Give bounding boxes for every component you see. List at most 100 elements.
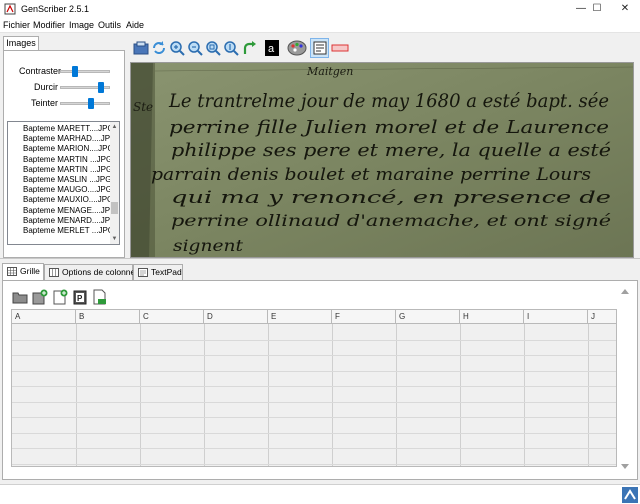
- bottom-tab-strip: Grille Options de colonne TextPad: [0, 263, 640, 280]
- grid-panel: P ABCDEFGHIJ: [2, 280, 638, 480]
- zoom-out-icon[interactable]: [186, 38, 204, 58]
- title-bar: GenScriber 2.5.1 — ☐ ✕: [0, 0, 640, 18]
- scroll-down-icon[interactable]: ▼: [110, 234, 119, 244]
- grid-column-line: [76, 324, 77, 466]
- handwritten-line: perrine fille Julien morel et de Laurenc…: [169, 117, 609, 138]
- tab-grille-label: Grille: [20, 266, 40, 276]
- file-list-item[interactable]: Bapteme MARTIN ...JPG: [8, 165, 119, 175]
- file-list-item[interactable]: Bapteme MARION....JPG: [8, 144, 119, 154]
- menu-modifier[interactable]: Modifier: [33, 20, 65, 30]
- text-a-icon[interactable]: a: [263, 38, 281, 58]
- grid-column-header[interactable]: I: [524, 310, 588, 324]
- open-image-icon[interactable]: [132, 38, 150, 58]
- grid-column-header[interactable]: F: [332, 310, 396, 324]
- teinter-thumb[interactable]: [88, 98, 94, 109]
- app-icon: [4, 3, 16, 15]
- panel-splitter[interactable]: [0, 258, 640, 262]
- grid-row-line: [12, 339, 616, 341]
- reset-icon[interactable]: [330, 38, 350, 58]
- columns-icon: [49, 268, 59, 278]
- menu-fichier[interactable]: Fichier: [3, 20, 30, 30]
- file-list-item[interactable]: Bapteme MENARD....JPG: [8, 216, 119, 226]
- status-logo-icon: [622, 487, 638, 503]
- menu-bar: Fichier Modifier Image Outils Aide: [0, 18, 640, 33]
- svg-text:a: a: [268, 43, 275, 55]
- close-button[interactable]: ✕: [610, 0, 640, 18]
- zoom-actual-icon[interactable]: [222, 38, 240, 58]
- scroll-thumb[interactable]: [111, 202, 118, 214]
- handwritten-line: Le trantrelme jour de may 1680 a esté ba…: [168, 90, 609, 112]
- grid-column-header[interactable]: H: [460, 310, 524, 324]
- svg-text:P: P: [77, 294, 83, 303]
- file-list-item[interactable]: Bapteme MAUGO....JPG: [8, 185, 119, 195]
- menu-image[interactable]: Image: [69, 20, 94, 30]
- zoom-in-icon[interactable]: [168, 38, 186, 58]
- grid-column-header[interactable]: D: [204, 310, 268, 324]
- file-list-scrollbar[interactable]: ▲ ▼: [110, 122, 119, 244]
- file-list-item[interactable]: Bapteme MAUXIO....JPG: [8, 195, 119, 205]
- file-list-item[interactable]: Bapteme MERLET ...JPG: [8, 226, 119, 236]
- add-record-icon[interactable]: [31, 287, 49, 307]
- handwritten-line: philippe ses pere et mere, la quelle a e…: [171, 140, 611, 161]
- grid-column-header[interactable]: G: [396, 310, 460, 324]
- new-document-icon[interactable]: [51, 287, 69, 307]
- grid-column-header[interactable]: B: [76, 310, 140, 324]
- grid-column-header[interactable]: E: [268, 310, 332, 324]
- file-list-item[interactable]: Bapteme MENAGE....JPG: [8, 206, 119, 216]
- palette-icon[interactable]: [286, 38, 308, 58]
- grid-header-row: ABCDEFGHIJ: [12, 310, 616, 324]
- durcir-thumb[interactable]: [98, 82, 104, 93]
- tab-images[interactable]: Images: [3, 36, 39, 51]
- grid-column-line: [268, 324, 269, 466]
- grid-column-line: [460, 324, 461, 466]
- file-list-item[interactable]: Bapteme MARETT....JPG: [8, 124, 119, 134]
- grid-column-header[interactable]: A: [12, 310, 76, 324]
- grid-row-line: [12, 432, 616, 434]
- file-list-item[interactable]: Bapteme MARHAD....JPG: [8, 134, 119, 144]
- open-folder-icon[interactable]: [11, 287, 29, 307]
- paste-icon[interactable]: P: [71, 287, 89, 307]
- teinter-label: Teinter: [31, 98, 59, 108]
- document-image-view[interactable]: Maitgen Ste Le trantrelme jour de may 16…: [130, 62, 634, 258]
- grid-row-line: [12, 401, 616, 403]
- contraster-thumb[interactable]: [72, 66, 78, 77]
- menu-aide[interactable]: Aide: [126, 20, 144, 30]
- filter-icon[interactable]: [310, 38, 329, 58]
- status-bar: [0, 484, 640, 504]
- textpad-icon: [138, 268, 148, 278]
- file-list-item[interactable]: Bapteme MARTIN ...JPG: [8, 155, 119, 165]
- data-grid[interactable]: ABCDEFGHIJ: [11, 309, 617, 467]
- menu-outils[interactable]: Outils: [98, 20, 121, 30]
- grid-row-line: [12, 417, 616, 418]
- grid-column-header[interactable]: C: [140, 310, 204, 324]
- grid-icon: [7, 267, 17, 277]
- rotate-icon[interactable]: [240, 38, 258, 58]
- tab-options-colonne[interactable]: Options de colonne: [44, 264, 135, 280]
- scroll-up-icon[interactable]: ▲: [110, 122, 119, 132]
- grid-row-line: [12, 370, 616, 372]
- durcir-label: Durcir: [34, 82, 58, 92]
- grid-column-line: [524, 324, 525, 466]
- grid-row-line: [12, 448, 616, 449]
- handwritten-line: perrine ollinaud d'anemache, et ont sign…: [171, 211, 611, 230]
- tab-textpad[interactable]: TextPad: [133, 264, 183, 280]
- grid-column-line: [396, 324, 397, 466]
- export-document-icon[interactable]: [91, 287, 109, 307]
- grid-column-line: [140, 324, 141, 466]
- grid-column-header[interactable]: J: [588, 310, 616, 324]
- teinter-slider[interactable]: [60, 102, 110, 105]
- contraster-slider[interactable]: [60, 70, 110, 73]
- image-file-list[interactable]: Bapteme MARETT....JPG Bapteme MARHAD....J…: [7, 121, 120, 245]
- refresh-icon[interactable]: [150, 38, 168, 58]
- window-title: GenScriber 2.5.1: [21, 4, 90, 14]
- tab-grille[interactable]: Grille: [2, 263, 44, 280]
- parish-register-image: Maitgen Ste Le trantrelme jour de may 16…: [131, 63, 633, 257]
- handwritten-line: parrain denis boulet et maraine perrine …: [151, 165, 591, 185]
- header-text: Maitgen: [306, 65, 353, 78]
- file-list-item[interactable]: Bapteme MASLIN ...JPG: [8, 175, 119, 185]
- zoom-fit-icon[interactable]: [204, 38, 222, 58]
- image-right-rail: [634, 34, 640, 258]
- maximize-button[interactable]: ☐: [582, 0, 612, 18]
- grid-row-line: [12, 355, 616, 356]
- grid-vertical-scrollbar[interactable]: [618, 286, 632, 472]
